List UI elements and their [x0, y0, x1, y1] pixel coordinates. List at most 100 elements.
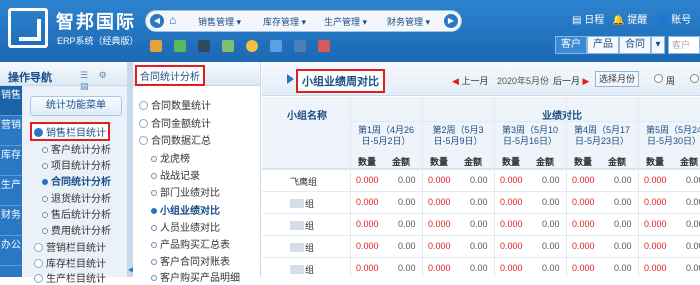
- table-row-group-name[interactable]: 组: [290, 197, 314, 210]
- bullet-icon: [151, 275, 157, 281]
- tree-item-battle-record[interactable]: 战战记录: [151, 167, 200, 182]
- logo-icon: [8, 8, 48, 48]
- tree-item-contract-count[interactable]: 合同数量统计: [139, 97, 211, 112]
- expand-icon: [34, 274, 43, 283]
- sidebar-item-return-analysis[interactable]: 退货统计分析: [42, 190, 111, 205]
- qty-cell: 0.000: [572, 219, 595, 229]
- tree-item-product-purchase[interactable]: 产品购买汇总表: [151, 236, 230, 251]
- sidebar-item-marketing-stats[interactable]: 营销栏目统计: [34, 239, 106, 254]
- home-icon[interactable]: ⌂: [169, 13, 176, 27]
- sidenav-tools-icon[interactable]: ☰ ⚙ ▤: [80, 70, 127, 92]
- qty-cell: 0.000: [644, 263, 667, 273]
- tree-panel-title: 合同统计分析: [135, 65, 205, 86]
- qty-cell: 0.000: [500, 219, 523, 229]
- menu-inventory[interactable]: 库存管理 ▾: [263, 15, 306, 28]
- vtab-inventory[interactable]: 库存: [0, 146, 22, 176]
- amount-cell: 0.00: [542, 219, 560, 229]
- menu-sales[interactable]: 销售管理 ▾: [198, 15, 241, 28]
- prev-month-link[interactable]: ◀ 上一月: [452, 74, 488, 87]
- nav-back-icon[interactable]: ◀: [150, 14, 164, 28]
- amount-cell: 0.00: [614, 241, 632, 251]
- sidebar-item-contract-analysis[interactable]: 合同统计分析: [42, 173, 111, 188]
- week-header: 第3周（5月10日-5月16日）: [501, 125, 559, 146]
- segment-customer[interactable]: 客户: [555, 36, 587, 54]
- group-name-text: 组: [305, 221, 315, 231]
- week-radio[interactable]: [654, 74, 663, 83]
- reminder-link[interactable]: 🔔 提醒: [612, 11, 647, 26]
- row-divider: [262, 213, 700, 214]
- table-row-group-name[interactable]: 组: [290, 241, 314, 254]
- menu-production[interactable]: 生产管理 ▾: [324, 15, 367, 28]
- tree-item-group-compare[interactable]: 小组业绩对比: [151, 202, 220, 217]
- segment-dropdown-icon[interactable]: ▾: [651, 36, 665, 54]
- tree-item-customer-reconcile[interactable]: 客户合同对账表: [151, 253, 230, 268]
- nav-forward-icon[interactable]: ▶: [444, 14, 458, 28]
- amt-header: 金额: [464, 157, 483, 167]
- qty-header: 数量: [502, 157, 521, 167]
- qty-cell: 0.000: [572, 197, 595, 207]
- tree-item-contract-summary[interactable]: 合同数据汇总: [139, 132, 211, 147]
- segment-contract[interactable]: 合同: [619, 36, 651, 54]
- column-divider: [422, 97, 423, 277]
- vtab-office[interactable]: 办公: [0, 236, 22, 266]
- month-radio[interactable]: [690, 74, 699, 83]
- mail-icon[interactable]: [222, 40, 234, 52]
- tree-item-leaderboard[interactable]: 龙虎榜: [151, 150, 190, 165]
- amt-header: 金额: [392, 157, 411, 167]
- megaphone-icon[interactable]: [150, 40, 162, 52]
- notes-icon[interactable]: [318, 40, 330, 52]
- qty-cell: 0.000: [572, 175, 595, 185]
- group-name-text: 飞鹰组: [290, 177, 318, 187]
- schedule-link[interactable]: ▤ 日程: [572, 11, 604, 26]
- amount-cell: 0.00: [686, 241, 700, 251]
- group-name-text: 组: [305, 265, 315, 275]
- vtab-production[interactable]: 生产: [0, 176, 22, 206]
- amount-cell: 0.00: [686, 175, 700, 185]
- column-divider: [566, 97, 567, 277]
- tree-item-dept-compare[interactable]: 部门业绩对比: [151, 184, 220, 199]
- amount-cell: 0.00: [470, 263, 488, 273]
- table-row-group-name[interactable]: 组: [290, 219, 314, 232]
- row-divider: [262, 191, 700, 192]
- sidebar-item-project-analysis[interactable]: 项目统计分析: [42, 157, 111, 172]
- chat-icon[interactable]: [246, 40, 258, 52]
- qty-cell: 0.000: [500, 241, 523, 251]
- sidebar-item-sales-stats[interactable]: 销售栏目统计: [30, 122, 110, 141]
- choose-month-button[interactable]: 选择月份: [595, 71, 639, 87]
- sidebar-item-aftersale-analysis[interactable]: 售后统计分析: [42, 206, 111, 221]
- vtab-finance[interactable]: 财务: [0, 206, 22, 236]
- tree-item-person-compare[interactable]: 人员业绩对比: [151, 219, 220, 234]
- table-row-group-name[interactable]: 组: [290, 263, 314, 276]
- week-header: 第1周（4月26日-5月2日）: [357, 125, 415, 146]
- qty-cell: 0.000: [644, 241, 667, 251]
- sidebar-item-inventory-stats[interactable]: 库存栏目统计: [34, 255, 106, 270]
- vtab-marketing[interactable]: 营销: [0, 116, 22, 146]
- tree-item-contract-amount[interactable]: 合同金额统计: [139, 115, 211, 130]
- calendar-icon[interactable]: [294, 40, 306, 52]
- segment-product[interactable]: 产品: [587, 36, 619, 54]
- sidebar-item-customer-analysis[interactable]: 客户统计分析: [42, 141, 111, 156]
- qty-header: 数量: [430, 157, 449, 167]
- folder-icon[interactable]: [198, 40, 210, 52]
- function-menu-button[interactable]: 统计功能菜单: [30, 96, 122, 116]
- amount-cell: 0.00: [398, 241, 416, 251]
- phone-icon[interactable]: [174, 40, 186, 52]
- message-icon[interactable]: [270, 40, 282, 52]
- account-link[interactable]: 👤 账号: [656, 11, 691, 26]
- sidenav-header: 操作导航 ☰ ⚙ ▤: [0, 62, 127, 91]
- sidebar-item-production-stats[interactable]: 生产栏目统计: [34, 270, 106, 285]
- next-month-link[interactable]: 后一月 ▶: [553, 74, 589, 87]
- header-divider: [350, 121, 700, 122]
- menu-finance[interactable]: 财务管理 ▾: [387, 15, 430, 28]
- vtab-sales[interactable]: 销售: [0, 86, 22, 116]
- amount-cell: 0.00: [470, 219, 488, 229]
- amount-cell: 0.00: [614, 219, 632, 229]
- sidebar-item-expense-analysis[interactable]: 费用统计分析: [42, 222, 111, 237]
- table-row-group-name[interactable]: 飞鹰组: [290, 175, 317, 188]
- amount-cell: 0.00: [398, 263, 416, 273]
- expand-icon: [34, 259, 43, 268]
- qty-cell: 0.000: [572, 241, 595, 251]
- bullet-icon: [151, 173, 157, 179]
- row-divider: [262, 169, 700, 170]
- search-input[interactable]: 客户: [668, 36, 700, 54]
